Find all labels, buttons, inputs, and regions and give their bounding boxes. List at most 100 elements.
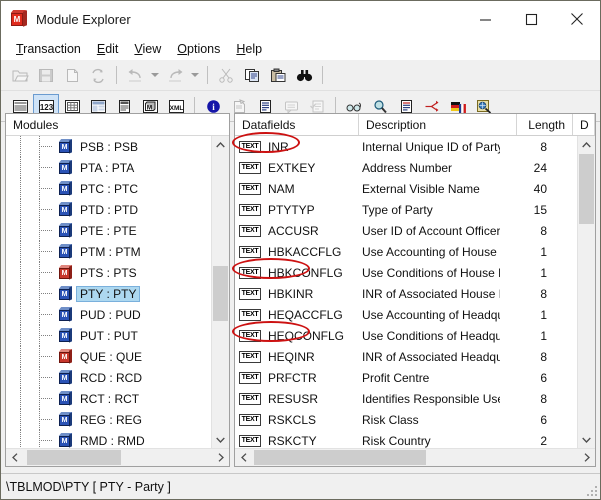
redo-dropdown-icon[interactable]	[188, 63, 202, 87]
menu-view[interactable]: View	[127, 40, 170, 58]
save-icon[interactable]	[33, 63, 59, 87]
text-field-icon: TEXT	[239, 224, 261, 237]
grid-hscroll-track[interactable]	[252, 449, 578, 466]
tree-node[interactable]: M PTD : PTD	[6, 199, 212, 220]
tree-node[interactable]: M REG : REG	[6, 409, 212, 430]
cell-datafield: TEXT RSKCTY	[235, 434, 359, 448]
tree-guide-line	[20, 220, 22, 241]
modules-tree[interactable]: M PSB : PSB M PTA : PTA M PTC : PTC M PTD : PTD…	[6, 136, 212, 448]
tree-node[interactable]: M PUT : PUT	[6, 325, 212, 346]
tree-hscroll-thumb[interactable]	[27, 450, 121, 465]
menu-transaction[interactable]: Transaction	[9, 40, 90, 58]
datafields-grid[interactable]: TEXT INR Internal Unique ID of Party 8 TEXT E…	[235, 136, 578, 448]
text-field-icon: TEXT	[239, 245, 261, 258]
menu-help[interactable]: Help	[229, 40, 271, 58]
grid-scroll-up-icon[interactable]	[578, 136, 595, 153]
cell-length: 40	[533, 181, 547, 196]
menu-options[interactable]: Options	[170, 40, 229, 58]
cell-datafield: TEXT PRFCTR	[235, 371, 359, 385]
datafield-name: HEQCONFLG	[268, 328, 345, 343]
column-header-datafields[interactable]: Datafields	[235, 114, 359, 135]
grid-hscroll-thumb[interactable]	[254, 450, 426, 465]
copy-icon[interactable]	[239, 63, 265, 87]
table-row[interactable]: TEXT PTYTYP Type of Party 15	[235, 199, 578, 220]
redo-icon[interactable]	[162, 63, 188, 87]
refresh-icon[interactable]	[85, 63, 111, 87]
tree-node[interactable]: M PSB : PSB	[6, 136, 212, 157]
window-title: Module Explorer	[36, 11, 131, 27]
tree-node[interactable]: M RCD : RCD	[6, 367, 212, 388]
column-header-description[interactable]: Description	[359, 114, 517, 135]
tree-node-label: QUE : QUE	[80, 349, 143, 364]
tree-scroll-thumb[interactable]	[213, 266, 228, 321]
column-header-d[interactable]: D	[573, 114, 595, 135]
tree-node[interactable]: M RMD : RMD	[6, 430, 212, 448]
tree-vertical-scrollbar[interactable]	[211, 136, 229, 448]
grid-hscroll-right-icon[interactable]	[578, 449, 595, 466]
minimize-button[interactable]	[462, 1, 508, 37]
svg-text:123: 123	[39, 103, 53, 112]
table-row[interactable]: TEXT HBKACCFLG Use Accounting of House Ban…	[235, 241, 578, 262]
table-row[interactable]: TEXT INR Internal Unique ID of Party 8	[235, 136, 578, 157]
grid-horizontal-scrollbar[interactable]	[235, 448, 595, 466]
module-blue-icon: M	[58, 370, 73, 385]
tree-node[interactable]: M PTS : PTS	[6, 262, 212, 283]
tree-node[interactable]: M QUE : QUE	[6, 346, 212, 367]
toolbar-separator	[207, 66, 208, 84]
table-row[interactable]: TEXT HBKCONFLG Use Conditions of House Ban…	[235, 262, 578, 283]
module-blue-icon: M	[58, 433, 73, 448]
find-binoculars-icon[interactable]	[291, 63, 317, 87]
table-row[interactable]: TEXT RSKCTY Risk Country 2	[235, 430, 578, 448]
cell-datafield: TEXT ACCUSR	[235, 224, 359, 238]
table-row[interactable]: TEXT NAM External Visible Name 40	[235, 178, 578, 199]
cell-description: Address Number	[362, 160, 453, 175]
new-document-icon[interactable]	[59, 63, 85, 87]
tree-node[interactable]: M PUD : PUD	[6, 304, 212, 325]
paste-icon[interactable]	[265, 63, 291, 87]
tree-hscroll-track[interactable]	[23, 449, 212, 466]
column-header-length[interactable]: Length	[517, 114, 573, 135]
menu-edit[interactable]: Edit	[90, 40, 128, 58]
undo-icon[interactable]	[122, 63, 148, 87]
table-row[interactable]: TEXT HEQCONFLG Use Conditions of Headquart…	[235, 325, 578, 346]
cell-length: 15	[533, 202, 547, 217]
tree-hscroll-right-icon[interactable]	[212, 449, 229, 466]
datafield-name: RSKCLS	[268, 412, 317, 427]
tree-node[interactable]: M RCT : RCT	[6, 388, 212, 409]
resize-grip-icon[interactable]	[585, 484, 597, 496]
tree-scroll-up-icon[interactable]	[212, 136, 229, 153]
tree-node[interactable]: M PTE : PTE	[6, 220, 212, 241]
close-button[interactable]	[554, 1, 600, 37]
table-row[interactable]: TEXT ACCUSR User ID of Account Officer 8	[235, 220, 578, 241]
tree-node[interactable]: M PTA : PTA	[6, 157, 212, 178]
tree-guide-line	[20, 283, 22, 304]
open-icon[interactable]	[7, 63, 33, 87]
tree-horizontal-scrollbar[interactable]	[6, 448, 229, 466]
grid-vertical-scrollbar[interactable]	[577, 136, 595, 448]
table-row[interactable]: TEXT EXTKEY Address Number 24	[235, 157, 578, 178]
tree-scroll-down-icon[interactable]	[212, 431, 229, 448]
grid-hscroll-left-icon[interactable]	[235, 449, 252, 466]
table-row[interactable]: TEXT RSKCLS Risk Class 6	[235, 409, 578, 430]
module-cube-icon: M	[10, 10, 28, 28]
menu-help-label: elp	[245, 41, 263, 56]
table-row[interactable]: TEXT PRFCTR Profit Centre 6	[235, 367, 578, 388]
datafield-name: ACCUSR	[268, 223, 319, 238]
text-field-icon: TEXT	[239, 329, 261, 342]
tree-connector	[39, 209, 52, 211]
table-row[interactable]: TEXT HBKINR INR of Associated House Bank 8	[235, 283, 578, 304]
grid-scroll-down-icon[interactable]	[578, 431, 595, 448]
cut-icon[interactable]	[213, 63, 239, 87]
table-row[interactable]: TEXT HEQINR INR of Associated Headquarters…	[235, 346, 578, 367]
table-row[interactable]: TEXT HEQACCFLG Use Accounting of Headquart…	[235, 304, 578, 325]
tree-node[interactable]: M PTC : PTC	[6, 178, 212, 199]
undo-dropdown-icon[interactable]	[148, 63, 162, 87]
grid-scroll-thumb[interactable]	[579, 154, 594, 224]
maximize-button[interactable]	[508, 1, 554, 37]
table-row[interactable]: TEXT RESUSR Identifies Responsible User 8	[235, 388, 578, 409]
tree-node[interactable]: M PTY : PTY	[6, 283, 212, 304]
tree-node[interactable]: M PTM : PTM	[6, 241, 212, 262]
cell-datafield: TEXT HEQACCFLG	[235, 308, 359, 322]
tree-hscroll-left-icon[interactable]	[6, 449, 23, 466]
tree-guide-line	[20, 241, 22, 262]
